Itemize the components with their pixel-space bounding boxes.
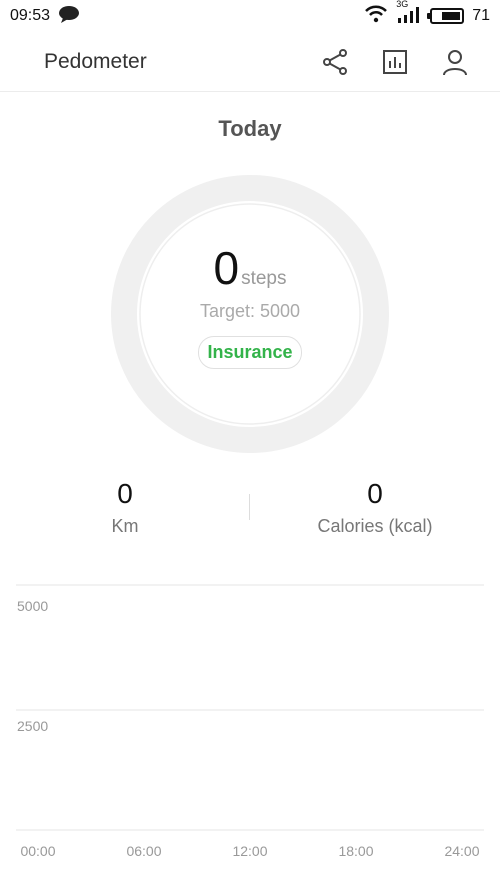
status-time: 09:53 bbox=[10, 7, 51, 24]
wifi-icon bbox=[364, 5, 388, 28]
network-type: 3G bbox=[396, 0, 409, 9]
calories-label: Calories (kcal) bbox=[317, 516, 433, 536]
share-button[interactable] bbox=[320, 47, 350, 77]
today-label: Today bbox=[218, 116, 282, 141]
statistics-button[interactable] bbox=[380, 47, 410, 77]
page-title: Pedometer bbox=[44, 49, 147, 73]
battery-icon bbox=[427, 8, 465, 24]
calories-value: 0 bbox=[367, 478, 383, 509]
insurance-button[interactable]: Insurance bbox=[198, 336, 302, 369]
chart-y-tick-label: 2500 bbox=[17, 718, 48, 734]
steps-unit: steps bbox=[241, 268, 287, 289]
user-icon bbox=[443, 49, 467, 75]
target-text: Target: 5000 bbox=[199, 301, 301, 321]
message-icon bbox=[58, 5, 80, 28]
distance-value: 0 bbox=[117, 478, 133, 509]
signal-icon: 3G bbox=[396, 0, 422, 28]
steps-chart: 5000 2500 00:00 06:00 12:00 18:00 24:00 bbox=[0, 575, 500, 875]
share-icon bbox=[323, 48, 347, 75]
progress-ring: 0 steps Target: 5000 Insurance bbox=[111, 175, 389, 453]
chart-x-tick-label: 24:00 bbox=[444, 843, 479, 859]
chart-x-tick-label: 18:00 bbox=[338, 843, 373, 859]
chart-x-tick-label: 12:00 bbox=[232, 843, 267, 859]
status-bar: 09:53 3G 71 bbox=[0, 0, 500, 32]
chart-x-tick-label: 06:00 bbox=[126, 843, 161, 859]
distance-stat: 0 Km bbox=[0, 478, 250, 537]
battery-level: 71 bbox=[472, 7, 490, 24]
app-bar: Pedometer bbox=[0, 32, 500, 92]
profile-button[interactable] bbox=[440, 47, 470, 77]
calories-stat: 0 Calories (kcal) bbox=[250, 478, 500, 537]
steps-chart-svg: 5000 2500 00:00 06:00 12:00 18:00 24:00 bbox=[16, 584, 484, 859]
steps-count: 0 bbox=[213, 242, 240, 294]
chart-x-tick-label: 00:00 bbox=[20, 843, 55, 859]
distance-label: Km bbox=[111, 516, 139, 536]
chart-y-tick-label: 5000 bbox=[17, 598, 48, 614]
stats-row: 0 Km 0 Calories (kcal) bbox=[0, 478, 500, 548]
bar-chart-icon bbox=[383, 49, 407, 74]
